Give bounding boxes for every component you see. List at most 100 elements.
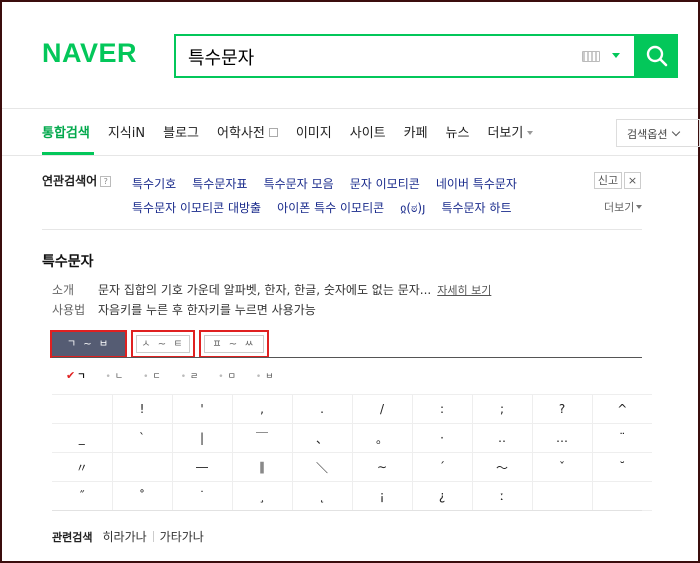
grid-row: ! ' , . / : ; ? ^	[52, 394, 652, 424]
divider	[52, 510, 642, 511]
char-cell[interactable]: ˝	[52, 481, 112, 511]
tab-site[interactable]: 사이트	[350, 122, 386, 144]
char-cell[interactable]	[531, 481, 592, 511]
char-cell[interactable]: ˛	[291, 481, 352, 511]
related-searches-title: 연관검색어?	[42, 172, 112, 189]
jamo-label: ㄹ	[190, 372, 199, 382]
category-tab-s-t[interactable]: ㅅ ~ ㅌ	[131, 330, 195, 358]
related-link[interactable]: 특수문자 이모티콘 대방출	[132, 196, 261, 220]
char-cell[interactable]: ∥	[231, 452, 292, 482]
char-cell[interactable]: …	[531, 423, 592, 453]
report-button[interactable]: 신고	[594, 172, 622, 189]
jamo-item[interactable]: • ㅁ	[218, 369, 236, 382]
char-cell[interactable]: .	[291, 394, 352, 424]
related-more-button[interactable]: 더보기	[604, 199, 643, 215]
jamo-item[interactable]: • ㅂ	[256, 369, 274, 382]
related-link[interactable]: 특수기호	[132, 172, 176, 196]
tab-kin[interactable]: 지식iN	[108, 122, 145, 144]
char-cell[interactable]: ‥	[471, 423, 532, 453]
jamo-label: ㄱ	[77, 372, 86, 382]
tab-dictionary[interactable]: 어학사전	[217, 122, 278, 144]
tab-more-label: 더보기	[487, 126, 524, 141]
char-cell[interactable]: :	[411, 394, 472, 424]
char-cell[interactable]: /	[351, 394, 412, 424]
char-cell[interactable]: ^	[591, 394, 652, 424]
dropdown-arrow-icon[interactable]	[612, 53, 620, 58]
char-cell[interactable]: ＼	[291, 452, 352, 482]
grid-row: 〃 ― ∥ ＼ ∼ ´ ～ ˇ ˘	[52, 452, 652, 482]
related-link[interactable]: 특수문자 하트	[441, 196, 511, 220]
tab-integrated[interactable]: 통합검색	[42, 122, 90, 144]
tab-blog[interactable]: 블로그	[163, 122, 199, 144]
char-cell[interactable]: ː	[471, 481, 532, 511]
char-cell[interactable]: !	[111, 394, 172, 424]
char-cell[interactable]: ¡	[351, 481, 412, 511]
search-button[interactable]	[636, 34, 678, 78]
char-cell[interactable]: ,	[231, 394, 292, 424]
caret-down-icon	[527, 131, 534, 135]
naver-logo[interactable]: NAVER	[42, 38, 137, 69]
jamo-item[interactable]: • ㄷ	[143, 369, 161, 382]
char-cell[interactable]: ˇ	[531, 452, 592, 482]
char-cell[interactable]: ´	[411, 452, 472, 482]
char-cell[interactable]: ˘	[591, 452, 652, 482]
char-cell[interactable]: ¿	[411, 481, 472, 511]
intro-text: 문자 집합의 기호 가운데 알파벳, 한자, 한글, 숫자에도 없는 문자...	[98, 283, 432, 297]
char-cell[interactable]: ?	[531, 394, 592, 424]
category-tab-s-t-label: ㅅ ~ ㅌ	[136, 335, 190, 353]
related-link[interactable]: 아이폰 특수 이모티콘	[277, 196, 384, 220]
bottom-related-link[interactable]: 히라가나	[102, 530, 146, 544]
dot-icon: •	[105, 372, 111, 382]
related-link[interactable]: 문자 이모티콘	[350, 172, 420, 196]
related-link[interactable]: 특수문자표	[192, 172, 247, 196]
divider	[2, 155, 698, 156]
jamo-item[interactable]: ✔ ㄱ	[66, 369, 86, 382]
char-cell[interactable]: ¸	[231, 481, 292, 511]
help-icon[interactable]: ?	[100, 176, 112, 187]
char-cell[interactable]: ∼	[351, 452, 412, 482]
category-tab-g-b[interactable]: ㄱ ~ ㅂ	[50, 330, 127, 358]
divider	[42, 229, 642, 230]
char-cell[interactable]: ―	[171, 452, 232, 482]
tab-cafe[interactable]: 카페	[404, 122, 428, 144]
char-cell[interactable]: ·	[411, 423, 472, 453]
char-cell[interactable]: |	[171, 423, 232, 453]
jamo-filter: ✔ ㄱ • ㄴ • ㄷ • ㄹ • ㅁ • ㅂ	[66, 369, 293, 382]
char-cell[interactable]	[111, 452, 172, 482]
search-tabs: 통합검색 지식iN 블로그 어학사전 이미지 사이트 카페 뉴스 더보기	[42, 122, 551, 144]
related-link[interactable]: 네이버 특수문자	[436, 172, 517, 196]
char-cell[interactable]: _	[52, 423, 112, 453]
jamo-item[interactable]: • ㄴ	[106, 369, 124, 382]
char-cell[interactable]: 〃	[52, 452, 112, 482]
tab-news[interactable]: 뉴스	[446, 122, 470, 144]
search-options-button[interactable]: 검색옵션	[616, 119, 700, 147]
char-cell[interactable]: ￣	[231, 423, 292, 453]
char-cell[interactable]: ～	[471, 452, 532, 482]
char-cell[interactable]: `	[111, 423, 172, 453]
tab-image[interactable]: 이미지	[296, 122, 332, 144]
char-cell[interactable]	[52, 394, 112, 424]
jamo-label: ㄴ	[114, 372, 124, 382]
jamo-label: ㅁ	[227, 372, 236, 382]
related-link[interactable]: ჲ(ಠ)յ	[400, 196, 425, 220]
keyboard-icon[interactable]	[582, 51, 600, 62]
tab-more[interactable]: 더보기	[487, 122, 534, 144]
char-cell[interactable]: 、	[291, 423, 352, 453]
bottom-related-link[interactable]: 가타가나	[160, 530, 204, 544]
char-cell[interactable]: ¨	[591, 423, 652, 453]
category-tab-p-ss-label: ㅍ ~ ㅆ	[204, 335, 264, 353]
close-button[interactable]: ×	[624, 172, 641, 189]
jamo-item[interactable]: • ㄹ	[181, 369, 199, 382]
char-cell[interactable]: '	[171, 394, 232, 424]
related-link[interactable]: 특수문자 모음	[264, 172, 334, 196]
search-box[interactable]	[174, 34, 636, 78]
char-cell[interactable]	[591, 481, 652, 511]
char-cell[interactable]: ˚	[111, 481, 172, 511]
char-cell[interactable]: ;	[471, 394, 532, 424]
grid-row: ˝ ˚ ˙ ¸ ˛ ¡ ¿ ː	[52, 481, 652, 511]
char-cell[interactable]: ˙	[171, 481, 232, 511]
search-input[interactable]	[188, 44, 568, 70]
intro-more-link[interactable]: 자세히 보기	[437, 284, 491, 297]
char-cell[interactable]: 。	[351, 423, 412, 453]
category-tab-p-ss[interactable]: ㅍ ~ ㅆ	[199, 330, 269, 358]
